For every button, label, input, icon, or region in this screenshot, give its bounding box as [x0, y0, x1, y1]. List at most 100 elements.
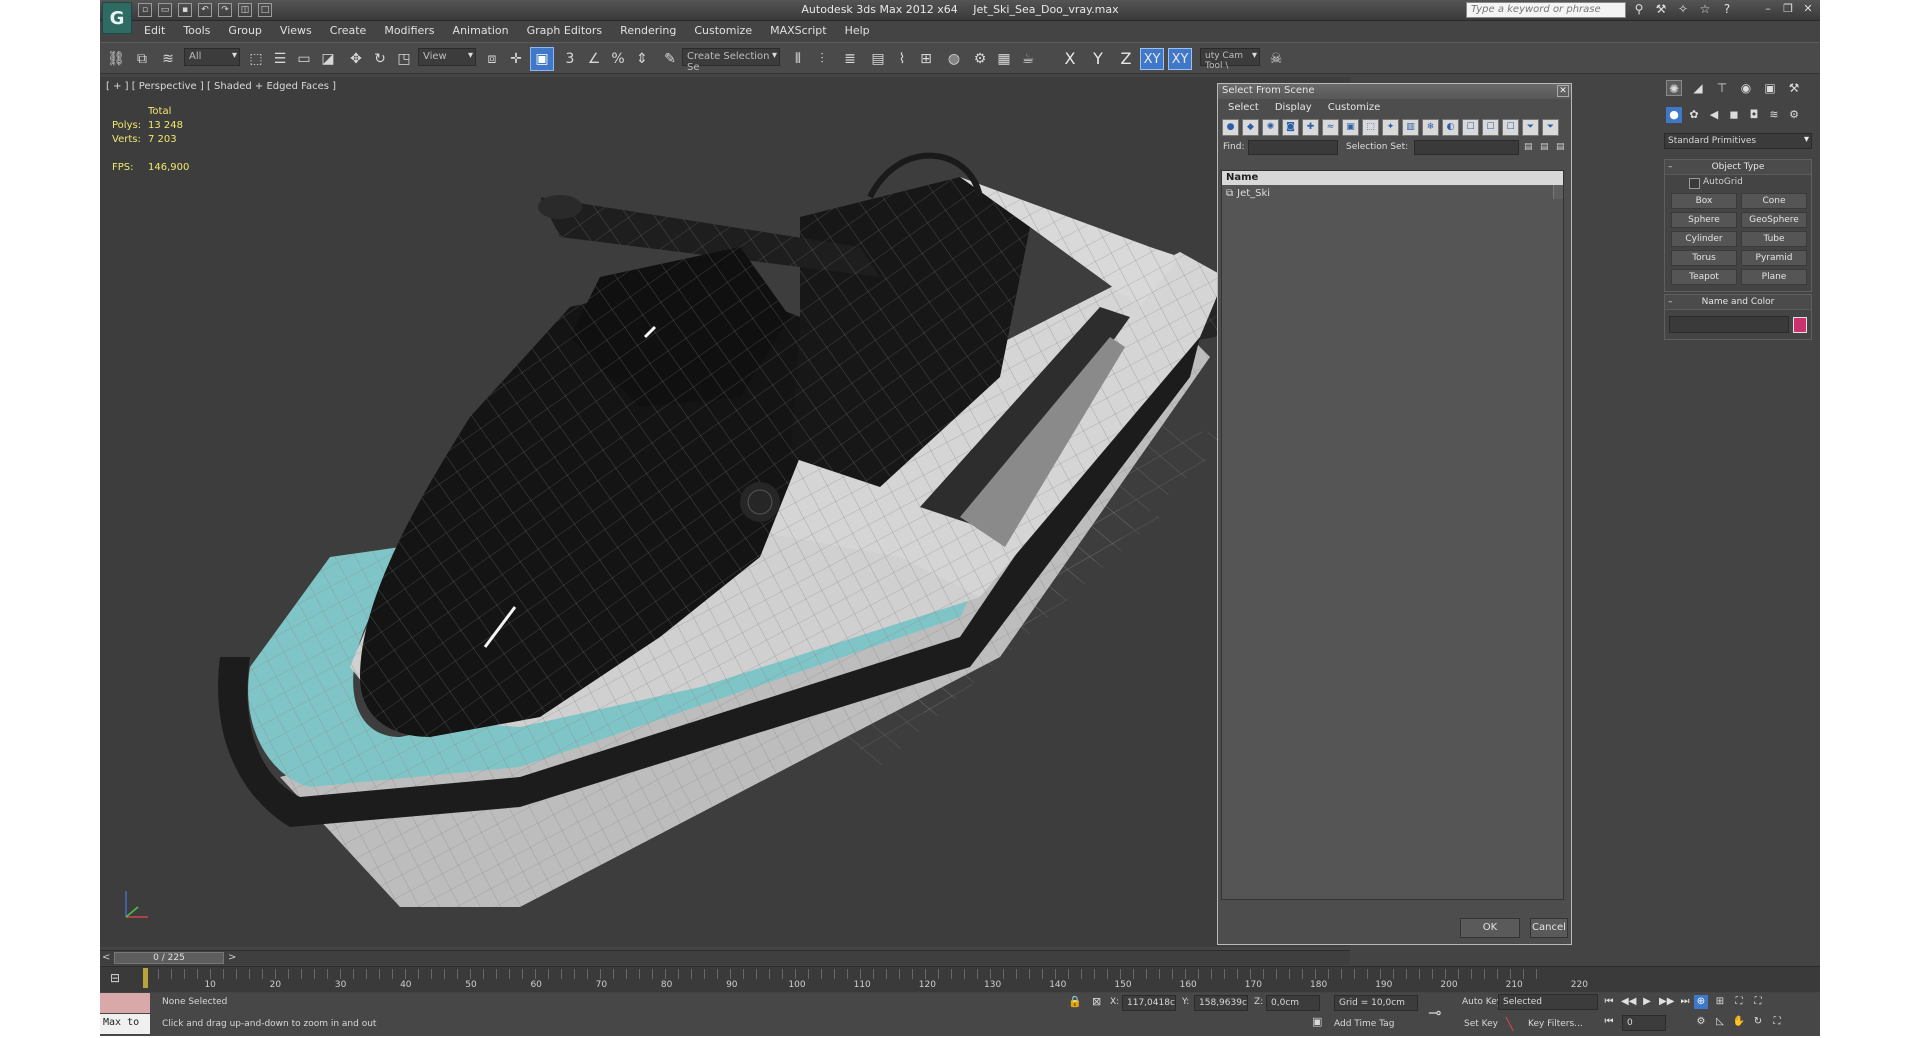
orbit-icon[interactable]: ↻	[1751, 1015, 1765, 1029]
select-move-icon[interactable]: ✥	[344, 47, 368, 71]
display-lights-icon[interactable]: ✺	[1262, 118, 1279, 136]
go-to-start-icon[interactable]: ⏮	[1602, 995, 1616, 1009]
align-icon[interactable]: ⫶	[810, 47, 834, 71]
restrict-x-button[interactable]: X	[1058, 48, 1082, 70]
restrict-z-button[interactable]: Z	[1114, 48, 1138, 70]
display-xrefs-icon[interactable]: ⬚	[1362, 118, 1379, 136]
maxscript-listener-mini[interactable]	[100, 993, 150, 1013]
time-slider-next-icon[interactable]: >	[228, 952, 236, 963]
edit-named-selection-icon[interactable]: ✎	[658, 47, 682, 71]
z-coordinate-field[interactable]: 0,0cm	[1266, 995, 1320, 1011]
autogrid-checkbox[interactable]: AutoGrid	[1665, 175, 1811, 191]
pivot-center-icon[interactable]: ⧈	[480, 47, 504, 71]
minimize-icon[interactable]: –	[1760, 2, 1776, 16]
display-shapes-icon[interactable]: ◆	[1242, 118, 1259, 136]
zoom-all-icon[interactable]: ⊞	[1713, 995, 1727, 1009]
select-scale-icon[interactable]: ◳	[392, 47, 416, 71]
menu-maxscript[interactable]: MAXScript	[762, 22, 836, 40]
restore-icon[interactable]: ❐	[1780, 2, 1796, 16]
display-geometry-icon[interactable]: ●	[1222, 118, 1239, 136]
bind-space-warp-icon[interactable]: ≋	[156, 47, 180, 71]
restrict-plane-cycle-button[interactable]: XY	[1168, 48, 1192, 70]
display-groups-icon[interactable]: ▣	[1342, 118, 1359, 136]
unlink-icon[interactable]: ⧉	[130, 47, 154, 71]
spacewarps-category-icon[interactable]: ≋	[1766, 107, 1782, 123]
object-type-header[interactable]: Object Type	[1665, 160, 1811, 175]
menu-group[interactable]: Group	[220, 22, 272, 40]
graphite-ribbon-icon[interactable]: ▤	[866, 47, 890, 71]
display-all-icon[interactable]: ☐	[1462, 118, 1479, 136]
filter-options-icon[interactable]: ⏷	[1542, 118, 1559, 136]
menu-views[interactable]: Views	[272, 22, 322, 40]
curve-editor-icon[interactable]: ⌇	[890, 47, 914, 71]
previous-frame-icon[interactable]: ◀◀	[1621, 995, 1636, 1009]
display-hidden-icon[interactable]: ◐	[1442, 118, 1459, 136]
select-manipulate-icon[interactable]: ✛	[504, 47, 528, 71]
named-selection-dropdown[interactable]: Create Selection Se	[682, 48, 780, 73]
dialog-menu-customize[interactable]: Customize	[1328, 99, 1381, 116]
selection-set-add-icon[interactable]: ▤	[1540, 142, 1549, 152]
selection-filter-dropdown[interactable]: All	[184, 48, 240, 66]
next-frame-icon[interactable]: ▶▶	[1659, 995, 1674, 1009]
binoculars-icon[interactable]: ⚲	[1632, 2, 1646, 16]
lights-category-icon[interactable]: ◀	[1706, 107, 1722, 123]
restrict-y-button[interactable]: Y	[1086, 48, 1110, 70]
lock-selection-icon[interactable]: 🔒	[1068, 995, 1082, 1008]
motion-tab-icon[interactable]: ◉	[1738, 80, 1754, 96]
snaps-toggle-icon[interactable]: 3	[558, 47, 582, 71]
restrict-xy-button[interactable]: XY	[1140, 48, 1164, 70]
go-to-end-icon[interactable]: ⏭	[1678, 995, 1692, 1009]
column-header-name[interactable]: Name	[1222, 171, 1563, 185]
percent-snap-icon[interactable]: %	[606, 47, 630, 71]
key-filters-button[interactable]: Key Filters...	[1528, 1019, 1583, 1029]
material-editor-icon[interactable]: ◍	[942, 47, 966, 71]
time-configuration-icon[interactable]: ⚙	[1694, 1015, 1708, 1029]
cancel-button[interactable]: Cancel	[1530, 918, 1568, 938]
select-rotate-icon[interactable]: ↻	[368, 47, 392, 71]
zoom-icon[interactable]: ⊕	[1694, 995, 1708, 1009]
track-bar[interactable]: ⊟ 10 20 30 40 50 60 70 80 90 100 110 120 130 140 150 16…	[100, 966, 1820, 992]
cylinder-button[interactable]: Cylinder	[1671, 231, 1737, 247]
y-coordinate-field[interactable]: 158,9639c	[1194, 995, 1248, 1011]
zoom-extents-icon[interactable]: ⛶	[1732, 995, 1746, 1009]
shapes-category-icon[interactable]: ✿	[1686, 107, 1702, 123]
time-slider-thumb[interactable]: 0 / 225	[114, 952, 224, 964]
time-slider[interactable]: < 0 / 225 >	[100, 950, 1350, 965]
maxscript-label[interactable]: Max to	[100, 1014, 150, 1034]
skull-icon[interactable]: ☠	[1264, 47, 1288, 71]
spinner-snap-icon[interactable]: ⇕	[630, 47, 654, 71]
menu-animation[interactable]: Animation	[445, 22, 519, 40]
maximize-viewport-icon[interactable]: ⛶	[1770, 1015, 1784, 1029]
sphere-button[interactable]: Sphere	[1671, 212, 1737, 228]
menu-graph-editors[interactable]: Graph Editors	[519, 22, 613, 40]
create-tab-icon[interactable]: ✺	[1666, 80, 1682, 96]
list-item[interactable]: ⧉ Jet_Ski	[1222, 185, 1563, 201]
tools-icon[interactable]: ⚒	[1654, 2, 1668, 16]
object-color-swatch[interactable]	[1793, 316, 1807, 333]
current-frame-marker[interactable]	[143, 968, 148, 988]
geometry-category-icon[interactable]: ●	[1666, 107, 1682, 123]
rendered-frame-window-icon[interactable]: ▦	[992, 47, 1016, 71]
display-spacewarps-icon[interactable]: ≈	[1322, 118, 1339, 136]
menu-tools[interactable]: Tools	[175, 22, 220, 40]
field-of-view-icon[interactable]: ◺	[1713, 1015, 1727, 1029]
object-name-input[interactable]	[1669, 316, 1790, 333]
select-region-icon[interactable]: ▭	[292, 47, 316, 71]
angle-snap-icon[interactable]: ∠	[582, 47, 606, 71]
add-time-tag[interactable]: Add Time Tag	[1334, 1019, 1394, 1029]
play-icon[interactable]: ▶	[1640, 995, 1654, 1009]
display-frozen-icon[interactable]: ❄	[1422, 118, 1439, 136]
torus-button[interactable]: Torus	[1671, 250, 1737, 266]
menu-rendering[interactable]: Rendering	[612, 22, 686, 40]
mirror-icon[interactable]: ⫴	[786, 47, 810, 71]
modify-tab-icon[interactable]: ◢	[1690, 80, 1706, 96]
cam-tool-dropdown[interactable]: uty Cam Tool \	[1200, 48, 1260, 71]
render-production-icon[interactable]: ☕	[1016, 47, 1040, 71]
app-logo-icon[interactable]: G	[102, 2, 132, 34]
systems-category-icon[interactable]: ⚙	[1786, 107, 1802, 123]
current-frame-field[interactable]: 0	[1622, 1015, 1666, 1031]
viewport-label[interactable]: [ + ] [ Perspective ] [ Shaded + Edged F…	[106, 81, 336, 92]
key-mode-dropdown[interactable]: Selected	[1498, 994, 1598, 1010]
link-icon[interactable]: ⛓	[104, 47, 128, 71]
reference-coordinate-dropdown[interactable]: View	[418, 48, 476, 66]
